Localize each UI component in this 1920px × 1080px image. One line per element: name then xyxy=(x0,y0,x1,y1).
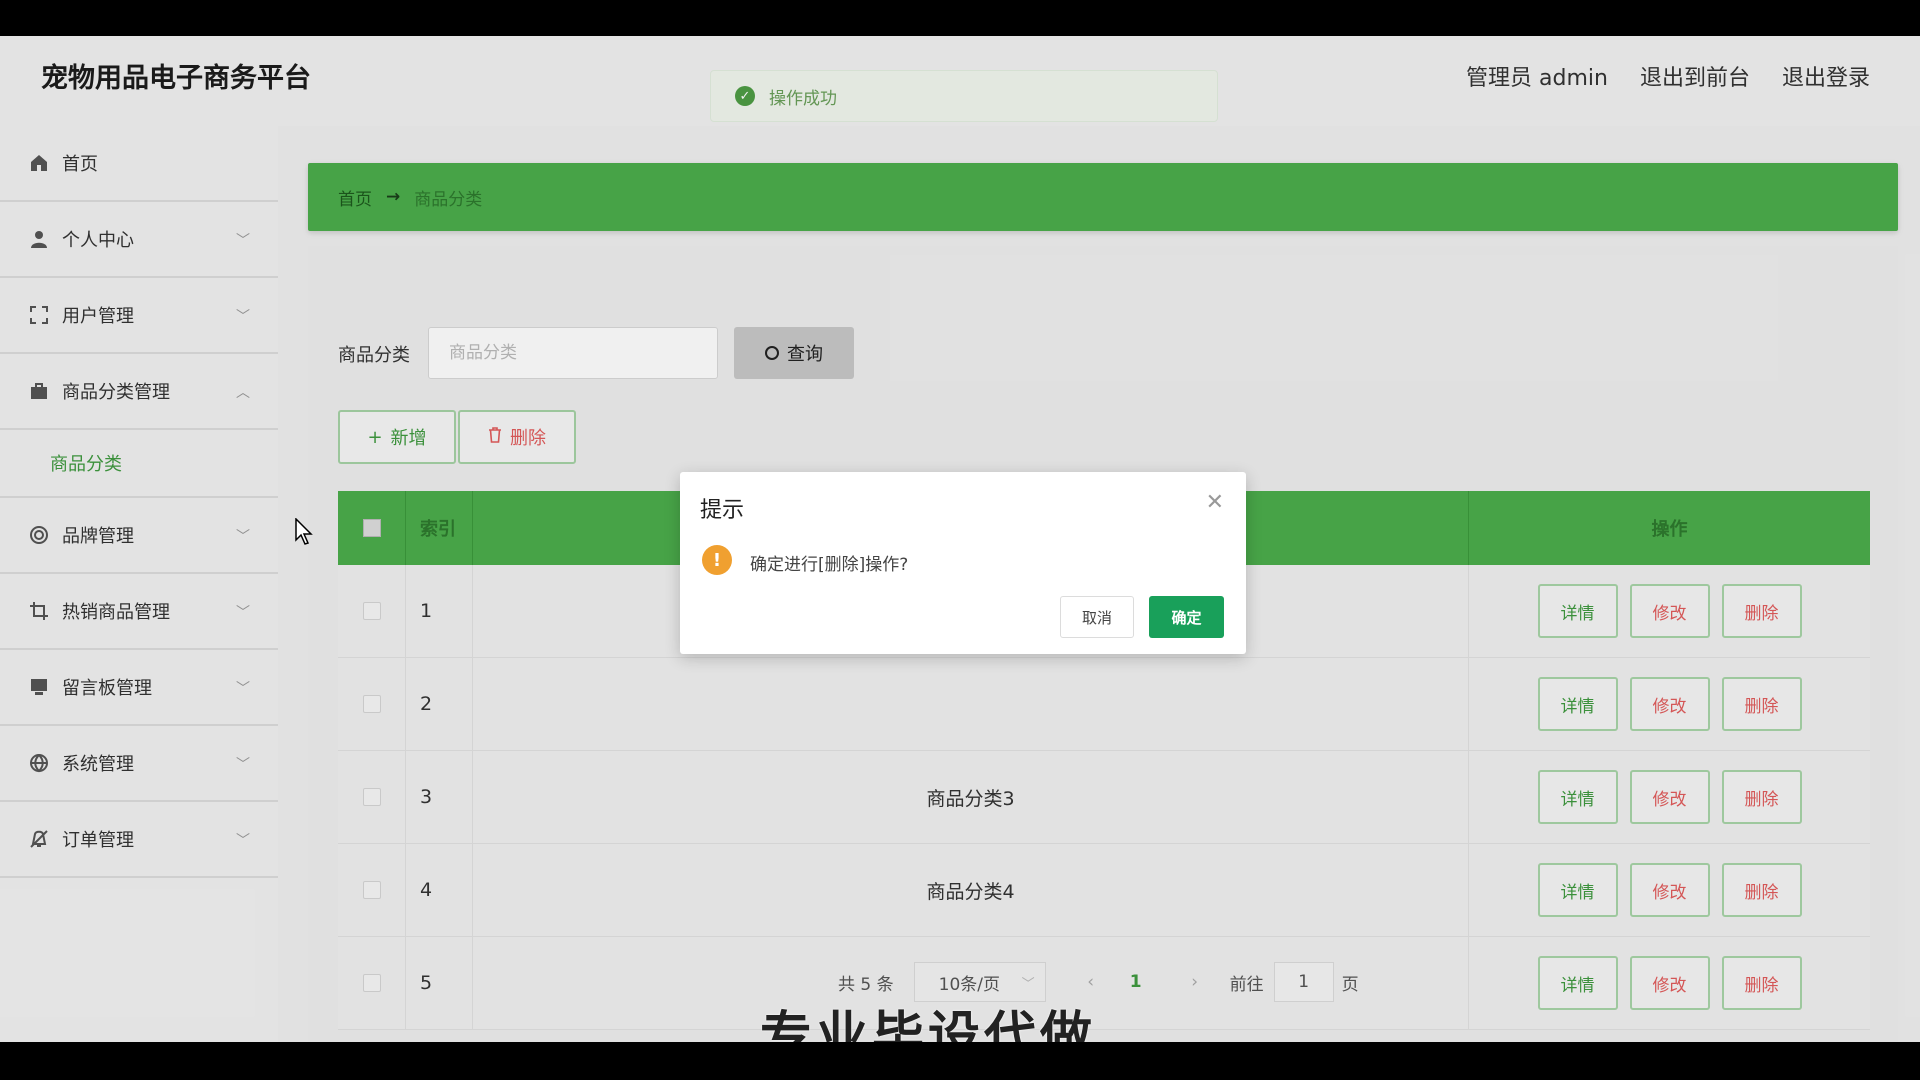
mouse-cursor-icon xyxy=(295,518,313,545)
confirm-dialog: 提示 ✕ ! 确定进行[删除]操作? 取消 确定 xyxy=(680,472,1246,654)
close-icon[interactable]: ✕ xyxy=(1206,490,1224,515)
cancel-button[interactable]: 取消 xyxy=(1060,596,1134,638)
dialog-title: 提示 xyxy=(700,498,745,523)
warning-icon: ! xyxy=(702,545,732,575)
dialog-message: 确定进行[删除]操作? xyxy=(750,555,909,575)
watermark-text: 专业毕设代做 xyxy=(760,1007,1097,1042)
app-frame: 宠物用品电子商务平台 管理员 admin 退出到前台 退出登录 ✓ 操作成功 首… xyxy=(0,36,1920,1042)
confirm-button[interactable]: 确定 xyxy=(1149,596,1224,638)
